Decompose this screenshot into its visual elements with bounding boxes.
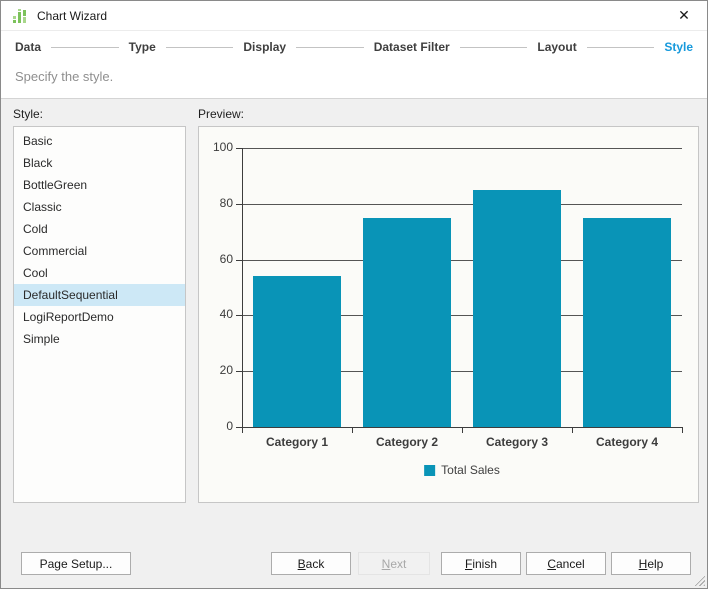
step-connector — [51, 46, 119, 48]
y-axis-tick-label: 40 — [219, 307, 233, 322]
finish-button[interactable]: Finish — [441, 552, 521, 575]
y-axis — [242, 148, 243, 427]
chart-wizard-dialog: Chart Wizard ✕ Data Type Display Dataset Fi… — [0, 0, 708, 589]
help-button[interactable]: Help — [611, 552, 691, 575]
gridline — [242, 203, 682, 205]
step-display[interactable]: Display — [243, 40, 286, 54]
y-axis-tick-label: 100 — [212, 140, 233, 154]
bar-category-3 — [473, 189, 561, 427]
wizard-subtitle: Specify the style. — [15, 69, 114, 84]
page-setup-button[interactable]: Page Setup... — [21, 552, 131, 575]
style-list-label: Style: — [13, 107, 44, 121]
cancel-button[interactable]: Cancel — [526, 552, 606, 575]
preview-label: Preview: — [198, 107, 245, 121]
x-axis-tick — [352, 428, 353, 433]
legend-label: Total Sales — [441, 463, 500, 477]
style-option-cool[interactable]: Cool — [14, 262, 185, 284]
step-connector — [165, 46, 234, 48]
wizard-steps: Data Type Display Dataset Filter Layout Style — [1, 32, 707, 62]
preview-panel: 0 20 40 60 80 100 Category 1 Category 2 Category… — [198, 126, 699, 503]
dialog-header: Chart Wizard ✕ Data Type Display Dataset Fi… — [1, 1, 707, 99]
style-option-basic[interactable]: Basic — [14, 130, 185, 152]
chart-legend: Total Sales — [424, 463, 500, 477]
step-style[interactable]: Style — [664, 40, 693, 54]
y-axis-tick-label: 80 — [219, 195, 233, 210]
style-option-black[interactable]: Black — [14, 152, 185, 174]
bar-category-4 — [583, 217, 671, 427]
resize-grip[interactable] — [692, 573, 705, 586]
y-axis-tick-label: 0 — [226, 419, 233, 433]
close-icon[interactable]: ✕ — [669, 2, 699, 30]
y-axis-tick-label: 60 — [219, 251, 233, 266]
category-label: Category 1 — [265, 435, 329, 449]
step-layout[interactable]: Layout — [537, 40, 576, 54]
titlebar[interactable]: Chart Wizard ✕ — [1, 1, 707, 31]
y-axis-tick-label: 20 — [219, 363, 233, 378]
style-option-commercial[interactable]: Commercial — [14, 240, 185, 262]
step-data[interactable]: Data — [15, 40, 41, 54]
bar-category-2 — [363, 217, 451, 427]
step-connector — [586, 46, 655, 48]
step-type[interactable]: Type — [129, 40, 156, 54]
category-label: Category 2 — [375, 435, 439, 449]
window-title: Chart Wizard — [37, 8, 108, 23]
style-option-defaultsequential[interactable]: DefaultSequential — [14, 284, 185, 306]
style-list: Basic Black BottleGreen Classic Cold Commerci… — [13, 126, 186, 503]
style-option-simple[interactable]: Simple — [14, 328, 185, 350]
style-option-bottlegreen[interactable]: BottleGreen — [14, 174, 185, 196]
next-button: Next — [358, 552, 430, 575]
x-axis-tick — [682, 428, 683, 433]
legend-swatch — [424, 464, 436, 476]
x-axis-tick — [462, 428, 463, 433]
x-axis-tick — [572, 428, 573, 433]
bar-chart-preview: 0 20 40 60 80 100 Category 1 Category 2 Category… — [199, 127, 698, 502]
step-dataset-filter[interactable]: Dataset Filter — [374, 40, 450, 54]
back-button[interactable]: Back — [271, 552, 351, 575]
category-label: Category 3 — [485, 435, 549, 449]
category-label: Category 4 — [595, 435, 659, 449]
style-option-cold[interactable]: Cold — [14, 218, 185, 240]
style-option-logireportdemo[interactable]: LogiReportDemo — [14, 306, 185, 328]
bar-category-1 — [253, 276, 341, 427]
style-option-classic[interactable]: Classic — [14, 196, 185, 218]
gridline — [242, 148, 682, 149]
x-axis-tick — [242, 428, 243, 433]
chart-wizard-icon — [13, 8, 26, 23]
step-connector — [459, 46, 528, 48]
step-connector — [296, 46, 364, 48]
